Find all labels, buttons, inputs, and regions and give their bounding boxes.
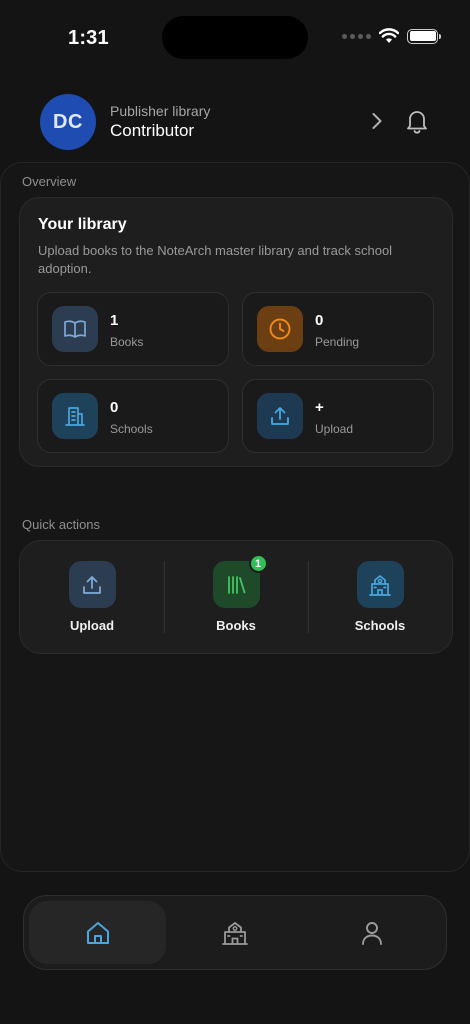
stat-pending[interactable]: 0 Pending xyxy=(242,292,434,366)
stat-upload-value: + xyxy=(315,399,324,416)
book-open-icon xyxy=(52,306,98,352)
stat-upload-label: Upload xyxy=(315,422,354,436)
profile-subtitle: Publisher library xyxy=(110,103,211,119)
quick-actions-card: Upload 1 Books Schools xyxy=(19,540,453,654)
quick-action-upload[interactable]: Upload xyxy=(20,541,164,653)
wifi-icon xyxy=(379,28,399,43)
building-icon xyxy=(52,393,98,439)
quick-action-schools-label: Schools xyxy=(354,618,406,633)
cellular-signal-icon xyxy=(342,33,371,39)
quick-action-books[interactable]: 1 Books xyxy=(164,541,308,653)
home-icon xyxy=(86,921,109,944)
chevron-right-icon xyxy=(372,113,382,129)
books-count-badge: 1 xyxy=(248,554,268,573)
stat-books-label: Books xyxy=(110,335,144,349)
nav-profile[interactable] xyxy=(304,901,441,964)
person-icon xyxy=(362,921,383,945)
upload-icon xyxy=(257,393,303,439)
quick-action-upload-label: Upload xyxy=(69,618,115,633)
stat-books[interactable]: 1 Books xyxy=(37,292,229,366)
bottom-navigation xyxy=(23,895,447,970)
stat-books-value: 1 xyxy=(110,312,119,329)
profile-title: Contributor xyxy=(110,121,195,140)
school-icon xyxy=(356,561,404,608)
stat-upload[interactable]: + Upload xyxy=(242,379,434,453)
stat-pending-label: Pending xyxy=(315,335,360,349)
stat-schools-label: Schools xyxy=(110,422,153,436)
nav-schools[interactable] xyxy=(166,901,303,964)
battery-icon xyxy=(407,28,441,44)
upload-icon xyxy=(68,561,116,608)
quick-action-schools[interactable]: Schools xyxy=(308,541,452,653)
avatar[interactable]: DC xyxy=(40,94,96,150)
library-card-description: Upload books to the NoteArch master libr… xyxy=(38,243,393,276)
bell-icon xyxy=(407,111,427,134)
nav-home[interactable] xyxy=(29,901,167,964)
profile-chevron-button[interactable] xyxy=(366,110,388,132)
app-screen: 1:31 DC Publisher library Contributor Ov… xyxy=(0,0,470,1024)
overview-label: Overview xyxy=(22,174,77,189)
profile-text: Publisher library Contributor xyxy=(110,103,210,141)
library-card-title: Your library xyxy=(38,216,127,233)
content-panel[interactable]: Overview Your library Upload books to th… xyxy=(0,162,470,872)
stat-schools[interactable]: 0 Schools xyxy=(37,379,229,453)
clock-icon xyxy=(257,306,303,352)
dynamic-island xyxy=(162,16,308,59)
library-card: Your library Upload books to the NoteArc… xyxy=(19,197,453,467)
status-indicators xyxy=(342,28,441,44)
quick-action-books-label: Books xyxy=(216,618,256,633)
status-time: 1:31 xyxy=(68,27,109,49)
notifications-button[interactable] xyxy=(404,108,430,134)
quick-actions-label: Quick actions xyxy=(22,517,101,532)
school-icon xyxy=(222,921,248,945)
stat-pending-value: 0 xyxy=(315,312,324,329)
books-icon: 1 xyxy=(212,554,268,608)
profile-header[interactable]: DC Publisher library Contributor xyxy=(40,94,430,150)
stat-schools-value: 0 xyxy=(110,399,119,416)
